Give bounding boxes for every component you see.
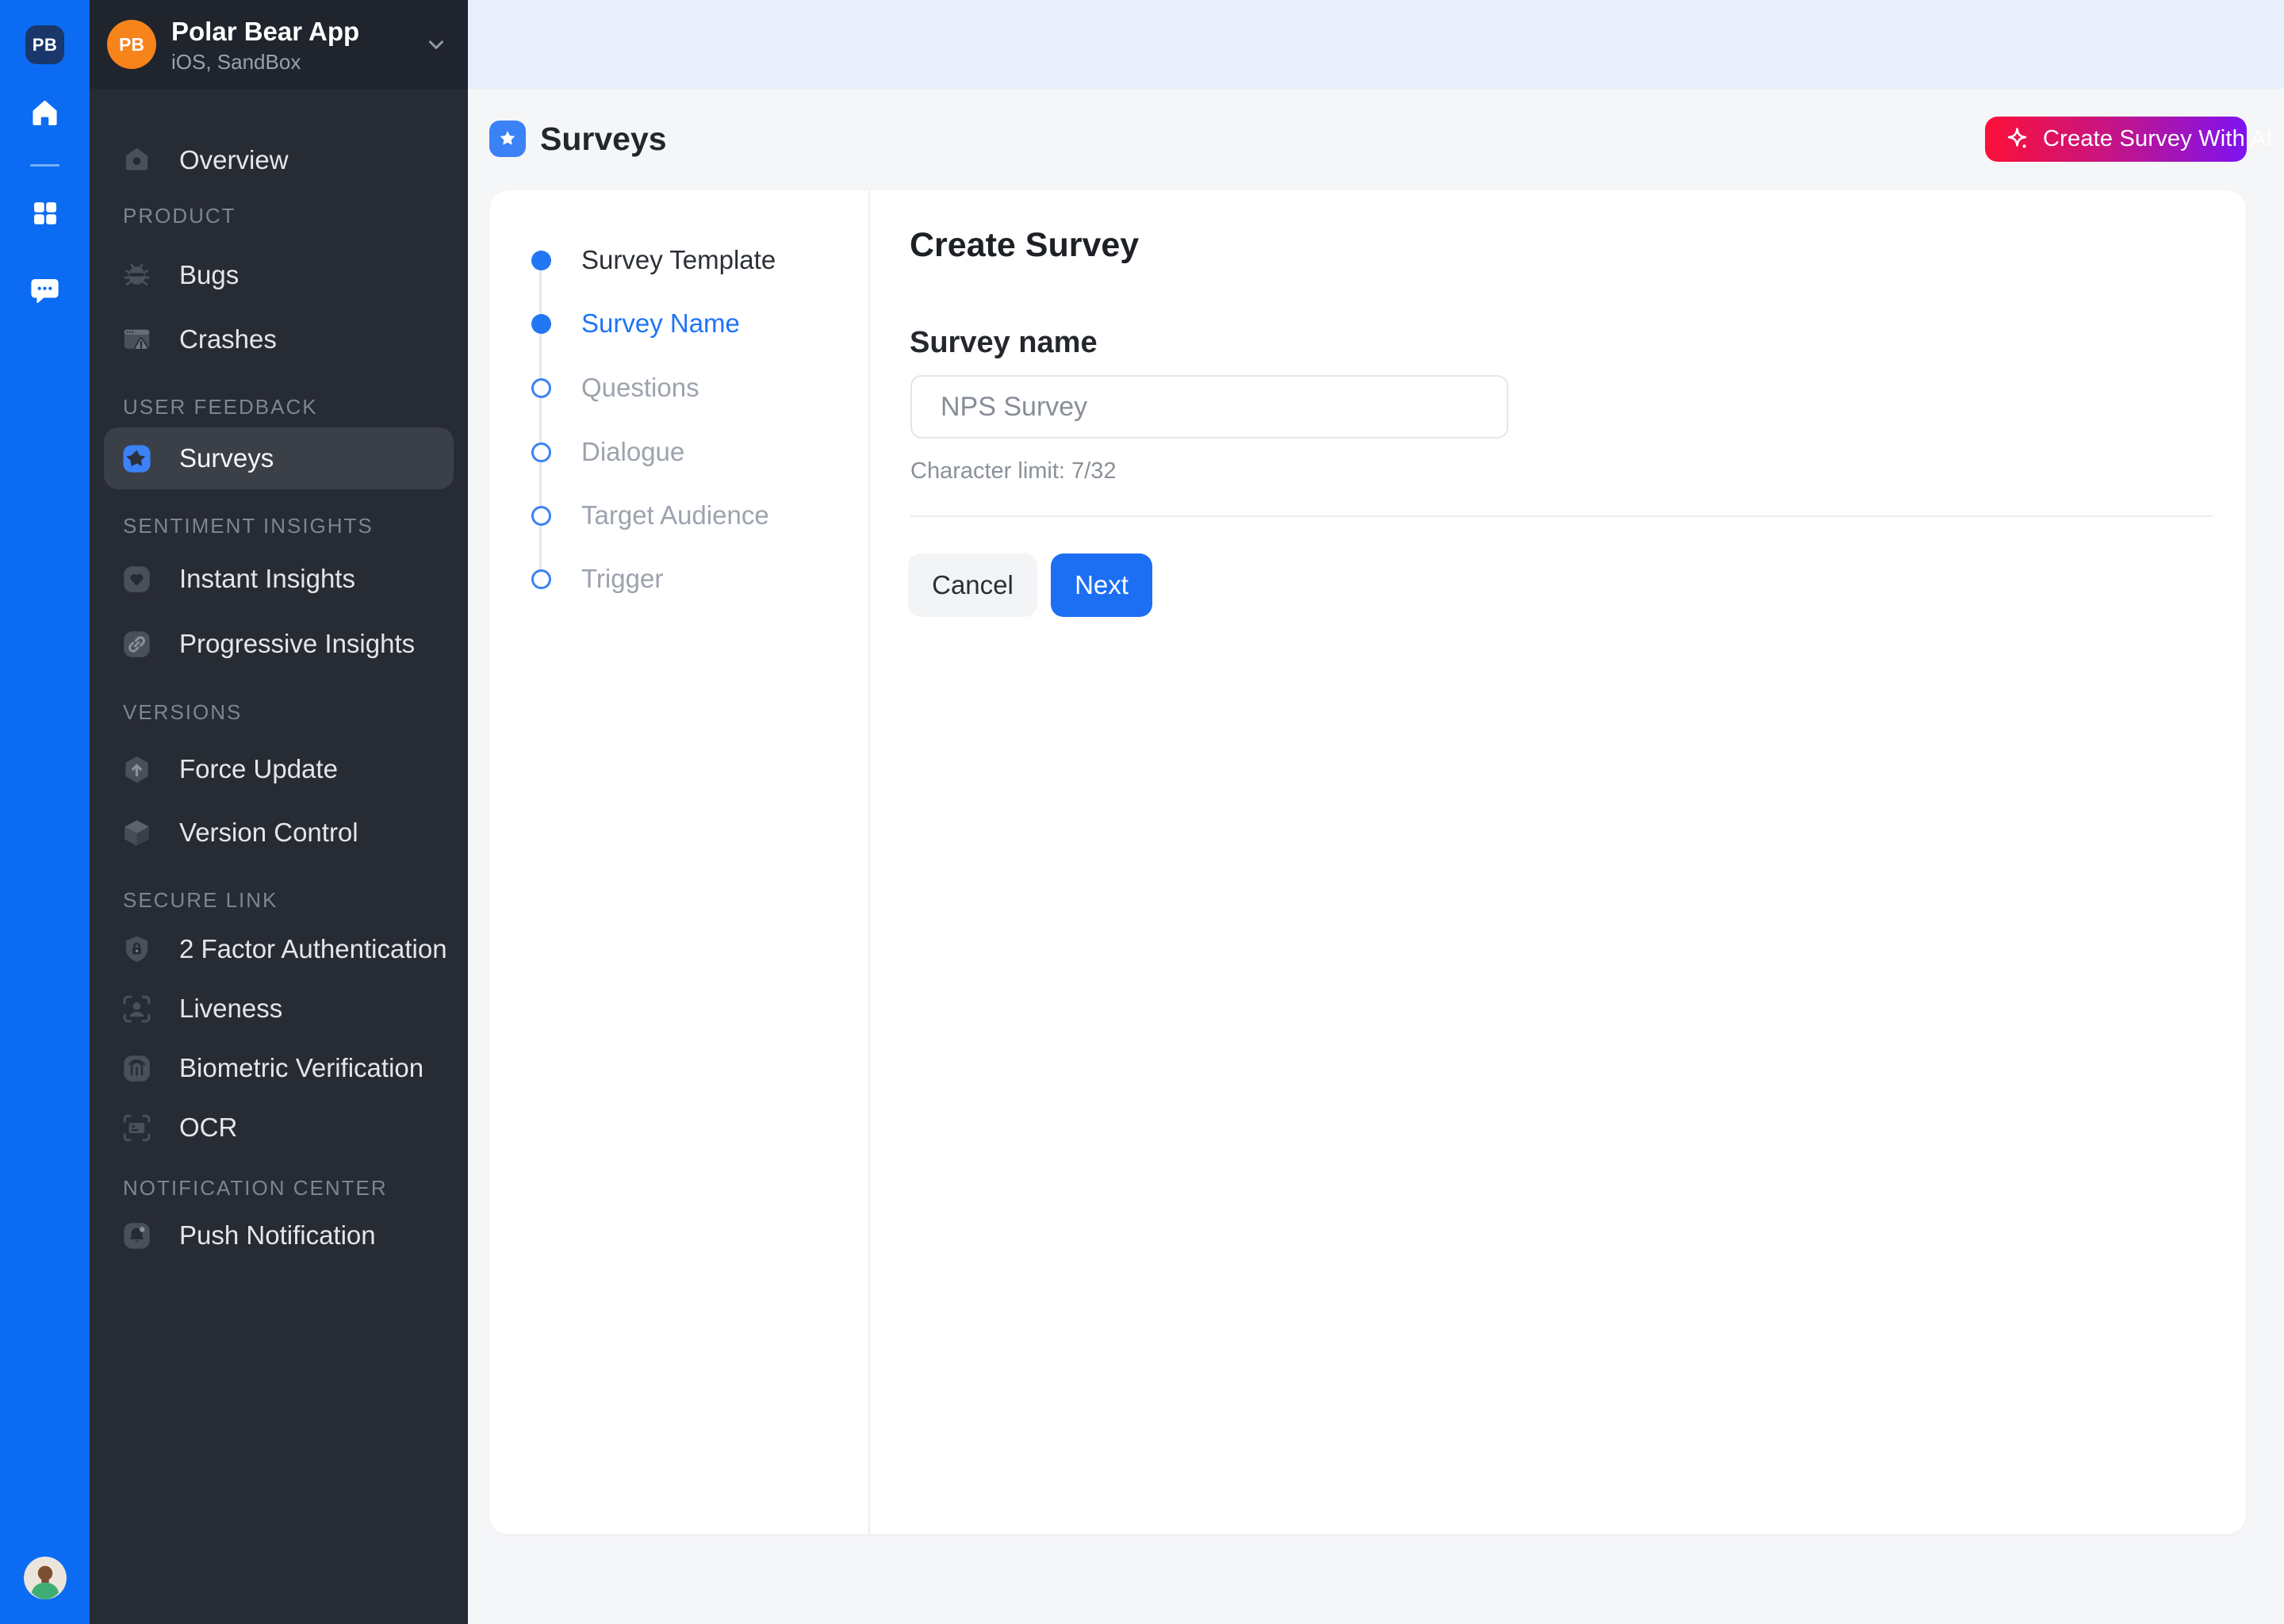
sidebar-item-push-notification[interactable]: Push Notification	[104, 1205, 454, 1266]
stepper-step-survey-name[interactable]: Survey Name	[489, 293, 862, 354]
step-dot-todo	[531, 506, 551, 526]
step-label: Dialogue	[581, 437, 684, 467]
sidebar-item-label: Overview	[179, 145, 289, 175]
app-rail: PB	[0, 0, 90, 1624]
sidebar-item-label: Force Update	[179, 754, 338, 784]
sidebar-item-label: OCR	[179, 1113, 237, 1143]
stepper-step-survey-template[interactable]: Survey Template	[489, 229, 862, 291]
chat-icon[interactable]	[29, 274, 61, 307]
sidebar-item-version-control[interactable]: Version Control	[104, 802, 454, 864]
stepper-step-questions[interactable]: Questions	[489, 357, 862, 419]
sidebar-section-product: PRODUCT	[123, 185, 236, 247]
topbar: Members	[468, 0, 2284, 89]
step-label: Survey Name	[581, 308, 740, 339]
step-dot-todo	[531, 442, 551, 462]
sidebar-item-liveness[interactable]: Liveness	[104, 978, 454, 1040]
sidebar-item-label: 2 Factor Authentication	[179, 934, 447, 964]
page-title: Surveys	[540, 121, 667, 157]
create-survey-with-ai-button[interactable]: Create Survey With AI	[1985, 117, 2247, 162]
sidebar-item-label: Version Control	[179, 818, 358, 848]
sidebar-section-versions: VERSIONS	[123, 681, 242, 743]
create-survey-card: Survey Template Survey Name Questions Dialo…	[489, 190, 2246, 1534]
bug-icon	[121, 259, 153, 292]
sidebar-item-overview[interactable]: Overview	[104, 129, 454, 191]
progressive-insights-link-icon	[121, 628, 153, 661]
force-update-icon	[121, 753, 153, 786]
cancel-button[interactable]: Cancel	[908, 553, 1037, 617]
sparkle-icon	[2004, 126, 2030, 152]
sidebar-nav: OverviewPRODUCTBugsCrashesUSER FEEDBACKS…	[90, 0, 468, 1624]
version-control-cube-icon	[121, 817, 153, 849]
biometric-fingerprint-icon	[121, 1052, 153, 1085]
step-label: Questions	[581, 373, 699, 403]
sidebar-item-biometric-verification[interactable]: Biometric Verification	[104, 1037, 454, 1099]
sidebar-item-label: Crashes	[179, 324, 277, 354]
liveness-face-scan-icon	[121, 993, 153, 1025]
stepper-step-dialogue[interactable]: Dialogue	[489, 421, 862, 483]
surveys-star-icon	[121, 442, 153, 475]
rail-divider	[30, 164, 59, 167]
survey-name-label: Survey name	[910, 326, 1098, 360]
sidebar-item-2-factor-authentication[interactable]: 2 Factor Authentication	[104, 918, 454, 980]
sidebar-item-label: Push Notification	[179, 1220, 376, 1251]
form-divider	[910, 515, 2213, 517]
sidebar-item-instant-insights[interactable]: Instant Insights	[104, 548, 454, 610]
ocr-card-scan-icon	[121, 1112, 153, 1144]
sidebar: PB Polar Bear App iOS, SandBox OverviewP…	[90, 0, 468, 1624]
apps-grid-icon[interactable]	[30, 198, 60, 228]
create-survey-with-ai-label: Create Survey With AI	[2043, 126, 2272, 152]
sidebar-item-force-update[interactable]: Force Update	[104, 738, 454, 800]
user-avatar[interactable]	[24, 1557, 67, 1599]
sidebar-item-label: Biometric Verification	[179, 1053, 423, 1083]
two-factor-shield-icon	[121, 933, 153, 966]
step-dot-done	[531, 251, 551, 270]
sidebar-item-label: Progressive Insights	[179, 629, 415, 659]
step-dot-todo	[531, 378, 551, 398]
survey-name-input[interactable]	[910, 375, 1508, 439]
card-vertical-divider	[868, 190, 870, 1534]
stepper-step-target-audience[interactable]: Target Audience	[489, 485, 862, 546]
form-title: Create Survey	[910, 226, 1139, 265]
crashes-icon	[121, 324, 153, 356]
sidebar-item-label: Surveys	[179, 443, 274, 473]
step-label: Target Audience	[581, 500, 769, 530]
sidebar-item-ocr[interactable]: OCR	[104, 1097, 454, 1159]
sidebar-item-progressive-insights[interactable]: Progressive Insights	[104, 613, 454, 675]
workspace-logo[interactable]: PB	[25, 25, 64, 64]
sidebar-item-label: Instant Insights	[179, 564, 355, 594]
sidebar-item-crashes[interactable]: Crashes	[104, 308, 454, 370]
character-limit-hint: Character limit: 7/32	[910, 458, 1117, 485]
next-button[interactable]: Next	[1051, 553, 1152, 617]
stepper-step-trigger[interactable]: Trigger	[489, 548, 862, 610]
sidebar-item-label: Bugs	[179, 260, 239, 290]
step-label: Trigger	[581, 564, 663, 594]
overview-icon	[121, 144, 153, 177]
sidebar-item-label: Liveness	[179, 994, 282, 1024]
step-label: Survey Template	[581, 245, 776, 275]
sidebar-item-surveys[interactable]: Surveys	[104, 427, 454, 489]
step-dot-active	[531, 314, 551, 334]
surveys-star-badge-icon	[489, 121, 526, 157]
step-dot-todo	[531, 569, 551, 589]
push-notification-bell-icon	[121, 1220, 153, 1252]
sidebar-item-bugs[interactable]: Bugs	[104, 244, 454, 306]
home-icon[interactable]	[29, 97, 61, 129]
instant-insights-heart-icon	[121, 563, 153, 596]
